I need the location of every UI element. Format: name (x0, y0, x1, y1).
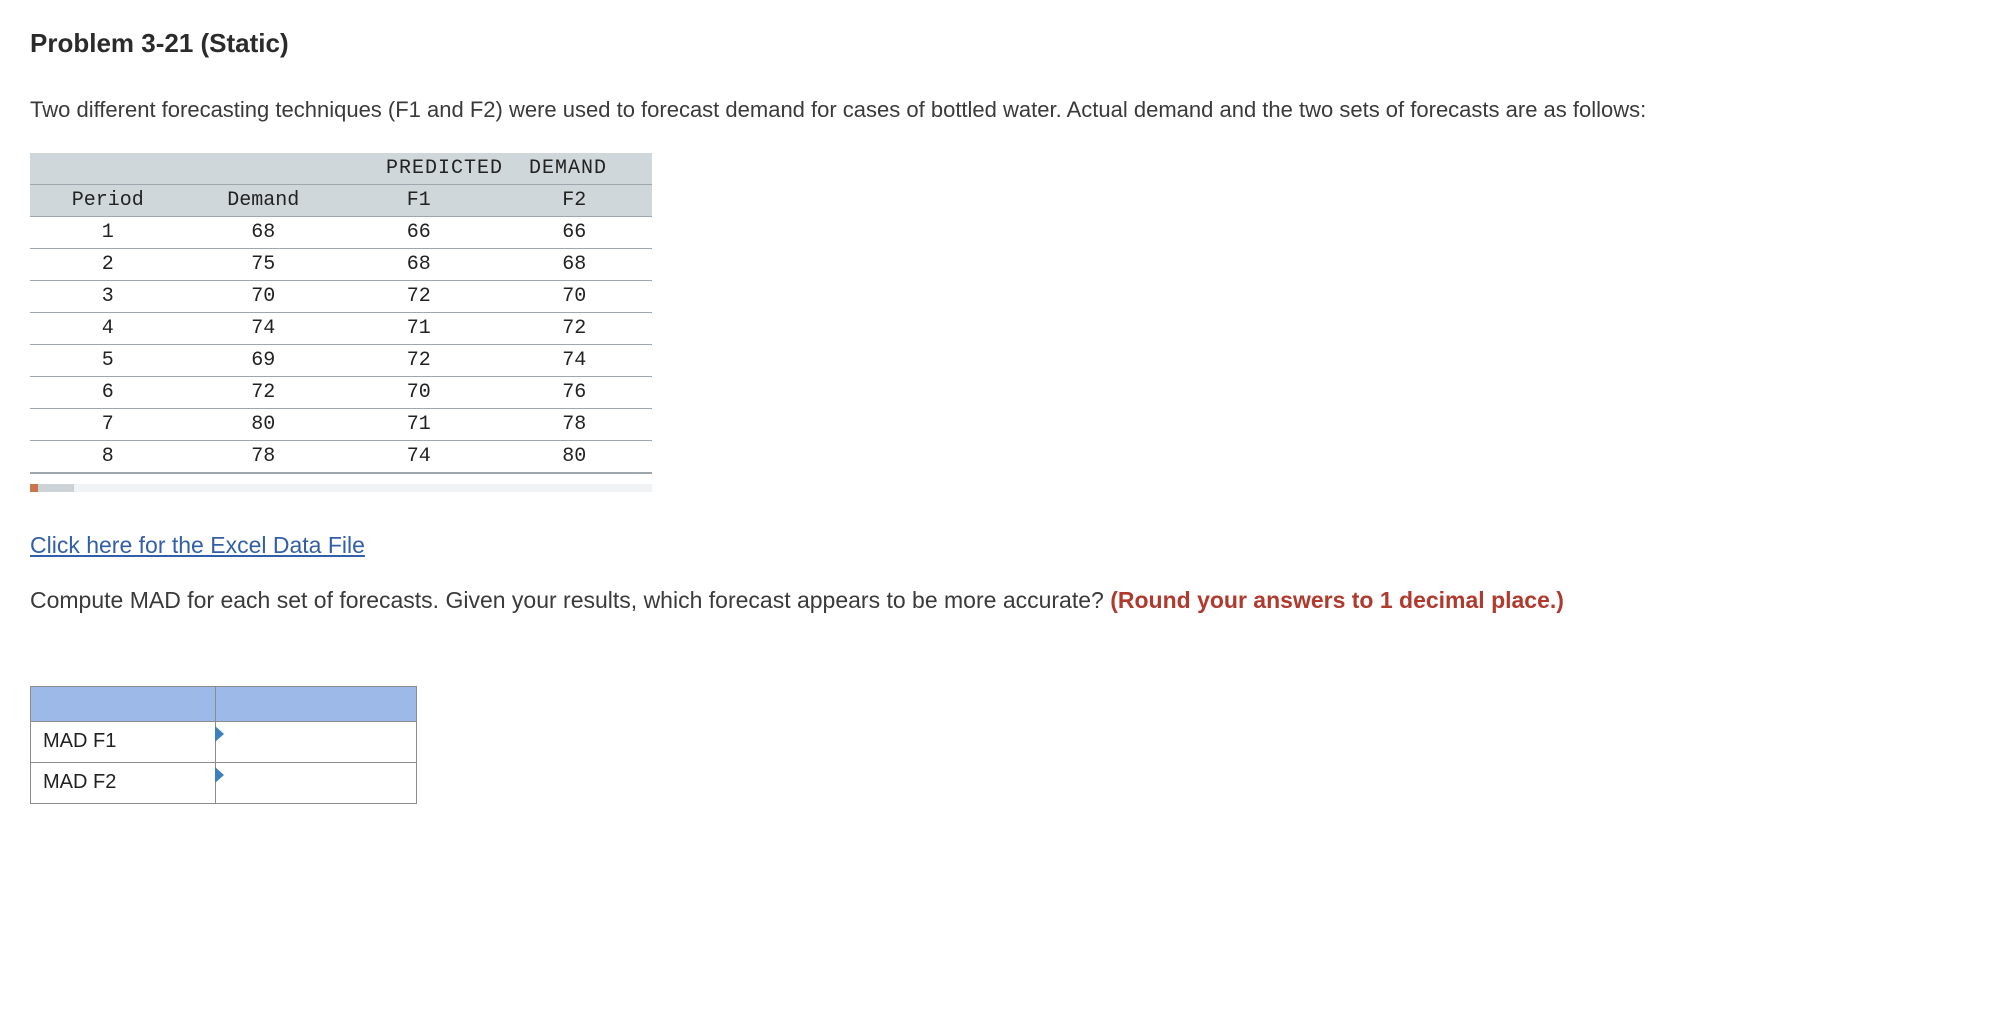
mad-f2-label: MAD F2 (31, 762, 216, 803)
cell-demand: 75 (186, 248, 342, 280)
cell-f2: 72 (497, 312, 653, 344)
cell-period: 3 (30, 280, 186, 312)
cell-demand: 69 (186, 344, 342, 376)
cell-period: 2 (30, 248, 186, 280)
cell-period: 4 (30, 312, 186, 344)
cell-demand: 74 (186, 312, 342, 344)
cell-period: 7 (30, 408, 186, 440)
cell-f2: 74 (497, 344, 653, 376)
answer-header-row (31, 686, 417, 721)
mad-f1-input[interactable] (216, 722, 416, 762)
question-text: Compute MAD for each set of forecasts. G… (30, 585, 1830, 616)
answer-header-blank-1 (31, 686, 216, 721)
cell-period: 1 (30, 216, 186, 248)
cell-f1: 68 (341, 248, 497, 280)
table-row: 2 75 68 68 (30, 248, 652, 280)
question-lead: Compute MAD for each set of forecasts. G… (30, 587, 1110, 613)
cell-demand: 80 (186, 408, 342, 440)
cell-demand: 70 (186, 280, 342, 312)
problem-title: Problem 3-21 (Static) (30, 26, 1982, 61)
answer-row: MAD F1 (31, 721, 417, 762)
cell-f1: 72 (341, 344, 497, 376)
mad-f2-input[interactable] (216, 763, 416, 803)
mad-f2-cell[interactable] (216, 762, 417, 803)
mad-f1-cell[interactable] (216, 721, 417, 762)
cell-demand: 72 (186, 376, 342, 408)
problem-page: Problem 3-21 (Static) Two different fore… (0, 0, 2012, 844)
cell-f1: 66 (341, 216, 497, 248)
cell-f2: 80 (497, 440, 653, 473)
header-period: Period (30, 184, 186, 216)
demand-table: PREDICTED DEMAND Period Demand F1 F2 1 6… (30, 153, 652, 474)
cell-f1: 71 (341, 408, 497, 440)
question-hint: (Round your answers to 1 decimal place.) (1110, 587, 1564, 613)
table-row: 7 80 71 78 (30, 408, 652, 440)
table-row: 5 69 72 74 (30, 344, 652, 376)
mad-f1-label: MAD F1 (31, 721, 216, 762)
table-row: 8 78 74 80 (30, 440, 652, 473)
table-row: 4 74 71 72 (30, 312, 652, 344)
cell-period: 8 (30, 440, 186, 473)
table-row: 1 68 66 66 (30, 216, 652, 248)
cell-f2: 76 (497, 376, 653, 408)
cell-f1: 70 (341, 376, 497, 408)
cell-f2: 68 (497, 248, 653, 280)
cell-f1: 74 (341, 440, 497, 473)
cell-f2: 66 (497, 216, 653, 248)
answer-row: MAD F2 (31, 762, 417, 803)
table-scrollbar[interactable] (30, 484, 652, 492)
excel-data-file-link[interactable]: Click here for the Excel Data File (30, 530, 365, 561)
cell-f2: 78 (497, 408, 653, 440)
table-row: 3 70 72 70 (30, 280, 652, 312)
cell-f1: 72 (341, 280, 497, 312)
data-table-container: PREDICTED DEMAND Period Demand F1 F2 1 6… (30, 153, 652, 474)
cell-period: 5 (30, 344, 186, 376)
cell-f2: 70 (497, 280, 653, 312)
table-header-row-1: PREDICTED DEMAND (30, 153, 652, 185)
table-row: 6 72 70 76 (30, 376, 652, 408)
input-marker-icon (215, 726, 224, 742)
cell-period: 6 (30, 376, 186, 408)
header-blank-2 (186, 153, 342, 185)
table-header-row-2: Period Demand F1 F2 (30, 184, 652, 216)
problem-intro: Two different forecasting techniques (F1… (30, 95, 1830, 125)
cell-f1: 71 (341, 312, 497, 344)
header-demand: Demand (186, 184, 342, 216)
cell-demand: 68 (186, 216, 342, 248)
header-predicted-demand: PREDICTED DEMAND (341, 153, 652, 185)
cell-demand: 78 (186, 440, 342, 473)
header-blank-1 (30, 153, 186, 185)
header-f1: F1 (341, 184, 497, 216)
table-body: 1 68 66 66 2 75 68 68 3 70 72 70 (30, 216, 652, 473)
answer-header-blank-2 (216, 686, 417, 721)
header-f2: F2 (497, 184, 653, 216)
input-marker-icon (215, 767, 224, 783)
answer-table: MAD F1 MAD F2 (30, 686, 417, 804)
